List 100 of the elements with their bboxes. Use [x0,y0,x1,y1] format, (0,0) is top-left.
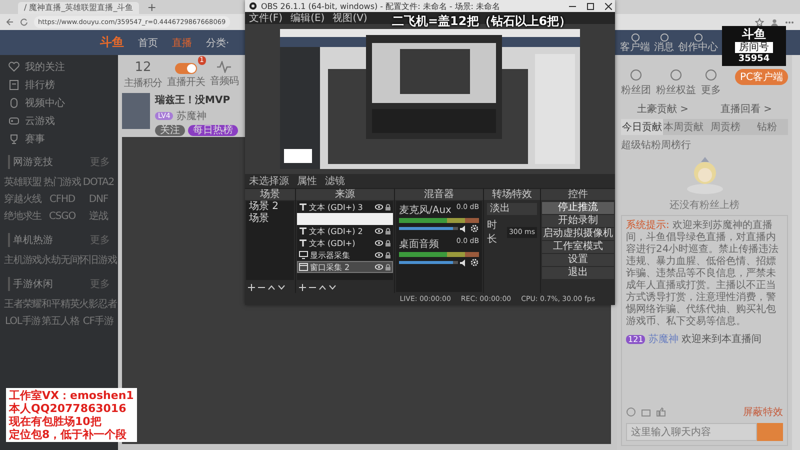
block-effects-toggle[interactable]: 屏蔽特效 [743,405,783,419]
transition-select[interactable]: 淡出 [487,203,537,215]
source-item[interactable]: 窗口采集 2 [297,261,393,273]
category-link[interactable]: CF手游 [79,314,117,328]
control-button[interactable]: 启动虚拟摄像机 [542,228,614,240]
add-icon[interactable] [299,284,306,290]
properties-button[interactable]: 属性 [297,174,317,188]
eye-icon[interactable] [375,252,383,258]
category-link[interactable]: LOL手游 [4,314,42,328]
eye-icon[interactable] [375,264,383,270]
star-icon[interactable] [755,18,764,26]
category-link[interactable]: 王者荣耀 [4,297,42,311]
control-button[interactable]: 开始录制 [542,215,614,227]
dock-title: 来源 [296,189,394,200]
rank-tab[interactable]: 今日贡献 [621,119,663,135]
header-tool[interactable]: 客户端 [620,32,650,52]
streamer-button[interactable]: 每日热榜 [188,125,238,136]
category-link[interactable]: 第五人格 [42,314,80,328]
lock-icon[interactable] [385,228,391,234]
rank-tab[interactable]: 周贡榜 [704,119,746,135]
move-up-icon[interactable] [268,284,275,290]
filters-button[interactable]: 滤镜 [325,174,345,188]
category-link[interactable]: CSGO [43,209,82,223]
add-icon[interactable] [248,284,255,290]
toggle-switch[interactable] [175,63,197,74]
more-icon[interactable] [785,20,794,24]
streamer-name[interactable]: 苏魔神 [176,109,206,123]
eye-icon[interactable] [375,240,383,246]
category-link[interactable]: 英雄联盟 [4,175,42,189]
more-link[interactable]: 更多 [90,233,110,247]
scene-item[interactable]: 场景 2 [246,201,294,213]
settings-icon[interactable] [470,224,479,233]
move-up-icon[interactable] [319,284,326,290]
menu-item[interactable]: 视图(V) [332,12,368,24]
eye-icon[interactable] [375,204,383,210]
scrollbar[interactable] [792,55,800,450]
more-link[interactable]: 更多 [90,277,110,291]
stat-link[interactable]: 粉丝团 [621,69,651,97]
move-down-icon[interactable] [278,284,285,290]
menu-item[interactable]: 编辑(E) [290,12,325,24]
browser-tab[interactable]: / 魔神直播_英雄联盟直播_斗鱼 [18,2,140,14]
nav-link[interactable]: 首页 [138,36,158,50]
category-link[interactable]: 逆战 [82,209,114,223]
new-tab-button[interactable]: + [143,2,160,14]
chat-input[interactable]: 这里输入聊天内容 [626,423,757,441]
move-down-icon[interactable] [329,284,336,290]
category-link[interactable]: 永劫无间 [42,253,80,267]
control-button[interactable]: 工作室模式 [542,241,614,253]
panel-link[interactable]: 土豪贡献 > [636,102,689,116]
panel-link[interactable]: 直播回看 > [720,102,772,116]
category-link[interactable]: 主机游戏 [4,253,42,267]
stat-link[interactable]: 更多 [701,69,721,97]
lock-icon[interactable] [385,240,391,246]
sidebar-icon [8,115,20,127]
nav-link[interactable]: 直播 [172,36,192,50]
streamer-button[interactable]: 关注 [155,125,185,136]
control-button[interactable]: 设置 [542,254,614,266]
header-tool[interactable]: 消息 [654,32,674,52]
source-item[interactable]: 文本 (GDI+) 3 [297,201,393,213]
category-link[interactable]: DOTA2 [82,175,114,189]
more-link[interactable]: 更多 [90,155,110,169]
control-button[interactable]: 退出 [542,267,614,279]
scene-item[interactable]: 场景 [246,213,294,225]
refresh-icon[interactable] [20,18,28,26]
control-button[interactable]: 停止推流 [542,202,614,214]
source-item[interactable]: 显示器采集 [297,249,393,261]
rename-field[interactable] [297,213,393,225]
thumb-icon[interactable] [656,407,666,417]
sidebar-item[interactable]: 视频中心 [4,95,114,111]
nav-link[interactable]: 分类· [206,36,230,50]
sidebar-item[interactable]: 赛事 [4,131,114,147]
lock-icon[interactable] [385,204,391,210]
source-item[interactable]: 文本 (GDI+) 2 [297,225,393,237]
category-link[interactable]: 怀旧游戏 [79,253,117,267]
settings-icon[interactable] [470,258,479,267]
sidebar-item[interactable]: 我的关注 [4,59,114,75]
lock-icon[interactable] [385,264,391,270]
category-link[interactable]: 火影忍者 [79,297,117,311]
category-link[interactable]: CFHD [43,192,82,206]
source-item[interactable]: 文本 (GDI+) [297,237,393,249]
speaker-icon[interactable] [460,258,468,266]
header-tool[interactable]: 创作中心 [678,32,718,52]
eye-icon[interactable] [375,228,383,234]
sidebar-item[interactable]: 排行榜 [4,77,114,93]
pc-client-button[interactable]: PC客户端 [734,69,788,85]
category-link[interactable]: DNF [82,192,114,206]
category-link[interactable]: 热门游戏 [43,175,82,189]
category-link[interactable]: 和平精英 [42,297,80,311]
site-logo[interactable]: 斗鱼 [100,34,124,51]
stat-link[interactable]: 粉丝权益 [656,69,696,97]
lock-icon[interactable] [385,252,391,258]
category-link[interactable]: 穿越火线 [4,192,42,206]
back-icon[interactable] [6,18,14,26]
rank-tab[interactable]: 钻粉 [746,119,788,135]
chat-username[interactable]: 苏魔神 [648,332,678,346]
sidebar-item[interactable]: 云游戏 [4,113,114,129]
menu-item[interactable]: 文件(F) [249,12,283,24]
rank-tab[interactable]: 本周贡献 [662,119,704,135]
category-link[interactable]: 绝地求生 [4,209,42,223]
speaker-icon[interactable] [460,224,468,232]
